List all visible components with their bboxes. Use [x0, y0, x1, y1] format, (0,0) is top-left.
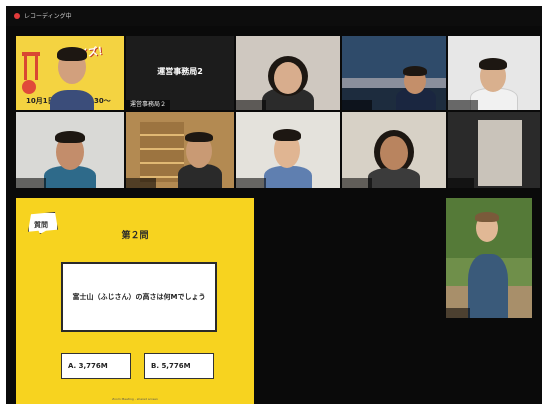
person-body	[468, 254, 508, 318]
participant-nameplate	[448, 100, 478, 110]
ship-background	[342, 78, 446, 88]
participant-tile-p4[interactable]	[342, 36, 446, 110]
room-wall-background	[478, 120, 522, 186]
recording-icon	[14, 13, 20, 19]
participant-tile-p8[interactable]	[236, 112, 340, 188]
answer-a: A. 3,776M	[61, 353, 131, 379]
person-hair	[273, 129, 301, 141]
participant-nameplate	[236, 178, 266, 188]
character-icon	[22, 80, 36, 94]
participant-tile-p2[interactable]: 運営事務局2 運営事務局２	[126, 36, 234, 110]
person-body	[50, 90, 94, 110]
person-hair	[479, 58, 507, 70]
participant-tile-p3[interactable]	[236, 36, 340, 110]
shared-screen-slide: 質問 第２問 富士山（ふじさん）の高さは何Mでしょう A. 3,776M B. …	[16, 198, 254, 404]
person-hair	[55, 131, 85, 143]
participant-tile-p10[interactable]	[448, 112, 540, 188]
participant-nameplate: 運営事務局２	[126, 100, 171, 110]
participant-nameplate	[16, 178, 46, 188]
question-box: 富士山（ふじさん）の高さは何Mでしょう	[61, 262, 217, 332]
participant-nameplate	[448, 178, 474, 188]
person-head	[274, 62, 302, 94]
participant-nameplate	[342, 100, 372, 110]
person-body	[264, 166, 312, 188]
person-hair	[475, 212, 499, 222]
answer-b: B. 5,776M	[144, 353, 214, 379]
person-hair	[403, 66, 427, 76]
question-text: 富士山（ふじさん）の高さは何Mでしょう	[72, 293, 206, 301]
person-body	[368, 168, 420, 188]
poster-time: 30〜	[94, 97, 111, 105]
torii-icon	[22, 52, 40, 80]
zoom-meeting-window: レコーディング中 クイズ！ 10月1日 30〜 運営事務局2 運営事務局２ 質問…	[6, 6, 542, 404]
participant-nameplate	[236, 100, 266, 110]
participant-tile-p1[interactable]: クイズ！ 10月1日 30〜	[16, 36, 124, 110]
slide-footer: Zoom Meeting - shared screen	[112, 397, 158, 401]
participant-nameplate	[126, 178, 156, 188]
participant-tile-p7[interactable]	[126, 112, 234, 188]
participant-tile-p6[interactable]	[16, 112, 124, 188]
answer-a-key: A.	[68, 362, 77, 370]
person-hair	[185, 132, 213, 142]
title-bar: レコーディング中	[6, 6, 542, 26]
answer-b-key: B.	[151, 362, 159, 370]
participant-tile-p9[interactable]	[342, 112, 446, 188]
person-hair	[57, 47, 87, 61]
participant-tile-p5[interactable]	[448, 36, 540, 110]
person-head	[380, 136, 408, 170]
recording-label: レコーディング中	[24, 13, 72, 20]
participant-display-name: 運営事務局2	[157, 67, 203, 76]
participant-nameplate	[342, 178, 372, 188]
answer-b-value: 5,776M	[161, 362, 191, 370]
answer-a-value: 3,776M	[78, 362, 108, 370]
slide-title: 第２問	[121, 231, 149, 241]
participant-tile-p11[interactable]	[446, 198, 532, 318]
participant-nameplate	[446, 308, 470, 318]
